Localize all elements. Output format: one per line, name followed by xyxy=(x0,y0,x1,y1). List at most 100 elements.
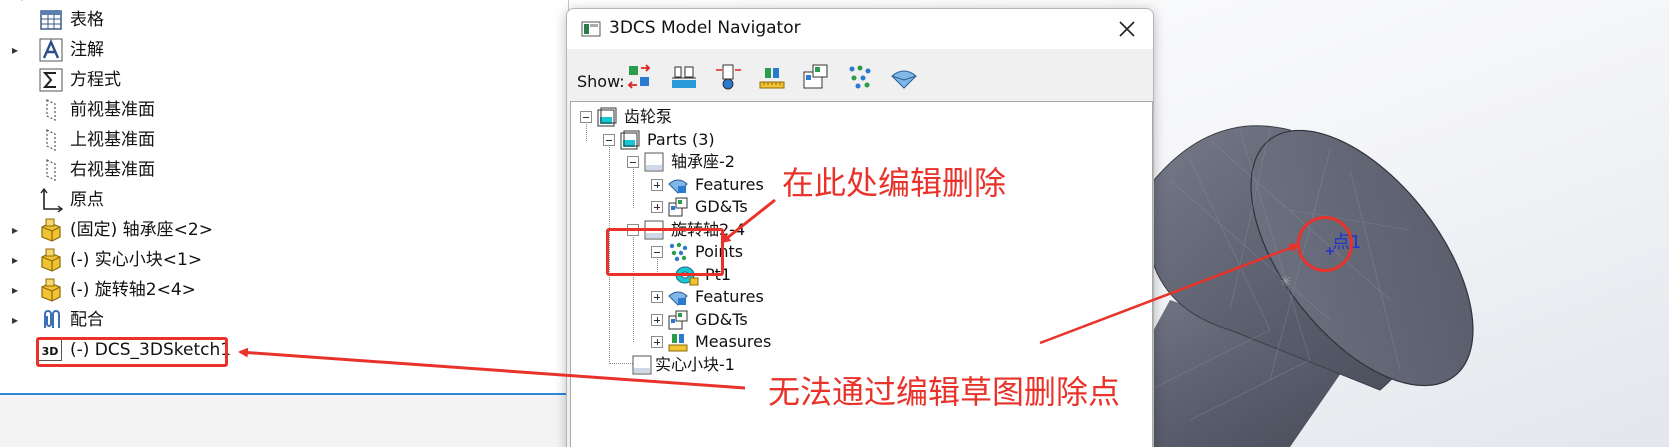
part-node-icon xyxy=(632,355,652,375)
parts-folder-icon xyxy=(620,130,640,150)
collapse-toggle-icon[interactable] xyxy=(627,156,639,168)
tree-footer xyxy=(0,395,570,447)
parts-filter-icon[interactable] xyxy=(625,62,655,92)
expand-toggle-icon[interactable] xyxy=(651,179,663,191)
navigator-toolbar: Show: xyxy=(567,49,1153,103)
nav-node-part2-measures[interactable]: Measures xyxy=(651,331,801,353)
equation-icon xyxy=(39,68,63,92)
tree-item-rotating-shaft[interactable]: ▸ (-) 旋转轴2<4> xyxy=(0,275,300,305)
surface-filter-icon[interactable] xyxy=(889,62,919,92)
tree-expander xyxy=(12,343,22,357)
annotation-cannot-delete: 无法通过编辑草图删除点 xyxy=(768,373,1121,411)
plane-icon xyxy=(46,99,56,121)
expand-toggle-icon[interactable] xyxy=(651,291,663,303)
gdt-filter-icon[interactable] xyxy=(801,62,831,92)
navigator-app-icon xyxy=(581,21,601,37)
tree-expander xyxy=(12,103,22,117)
nav-node-label: Measures xyxy=(695,332,772,351)
origin-icon xyxy=(40,187,64,213)
show-label: Show: xyxy=(577,72,625,91)
table-icon xyxy=(40,10,62,30)
nav-node-label: Parts (3) xyxy=(647,130,715,149)
part-icon xyxy=(41,248,61,272)
nav-node-label: 齿轮泵 xyxy=(624,107,673,126)
plane-icon xyxy=(46,159,56,181)
part-icon xyxy=(41,278,61,302)
gdt-icon xyxy=(668,197,688,217)
nav-node-part2-features[interactable]: Features xyxy=(651,286,801,308)
tree-item-top-plane[interactable]: 上视基准面 xyxy=(0,125,300,155)
nav-node-part-bearing-seat[interactable]: 轴承座-2 xyxy=(627,151,777,173)
tree-expander-icon[interactable]: ▸ xyxy=(12,43,22,57)
features-filter-icon[interactable] xyxy=(669,62,699,92)
tree-expander xyxy=(12,73,22,87)
tree-item-label: 前视基准面 xyxy=(70,100,155,120)
tree-expander xyxy=(12,13,22,27)
annotation-edit-here: 在此处编辑删除 xyxy=(782,164,1007,202)
plane-icon xyxy=(46,129,56,151)
tree-connector xyxy=(609,363,633,364)
tree-expander-icon[interactable]: ▸ xyxy=(12,223,22,237)
part-node-icon xyxy=(644,152,664,172)
tree-item-label: 注解 xyxy=(70,40,104,60)
expand-toggle-icon[interactable] xyxy=(651,314,663,326)
tree-item-label: 配合 xyxy=(70,310,104,330)
measures-icon xyxy=(668,334,688,352)
tree-item-annotations[interactable]: ▸ 注解 xyxy=(0,35,300,65)
highlight-circle-point xyxy=(1297,216,1353,272)
nav-node-part1-features[interactable]: Features xyxy=(651,174,801,196)
nav-node-part1-gdts[interactable]: GD&Ts xyxy=(651,196,801,218)
tree-item-mates[interactable]: ▸ 配合 xyxy=(0,305,300,335)
tree-item-label: 原点 xyxy=(70,190,104,210)
nav-node-label: 轴承座-2 xyxy=(671,152,735,171)
tree-item-label: 方程式 xyxy=(70,70,121,90)
tree-expander xyxy=(12,193,22,207)
tree-expander-icon[interactable]: ▸ xyxy=(12,283,22,297)
tree-item-bearing-seat[interactable]: ▸ (固定) 轴承座<2> xyxy=(0,215,300,245)
nav-node-part-solid-block[interactable]: 实心小块-1 xyxy=(631,354,781,376)
features-icon xyxy=(668,291,688,306)
measures-filter-icon[interactable] xyxy=(757,62,787,92)
nav-node-label: GD&Ts xyxy=(695,310,748,329)
nav-node-part2-gdts[interactable]: GD&Ts xyxy=(651,309,801,331)
tree-item-label: (固定) 轴承座<2> xyxy=(70,220,213,240)
tree-expander xyxy=(12,133,22,147)
tree-item-label: (-) 旋转轴2<4> xyxy=(70,280,196,300)
tree-item-equations[interactable]: 方程式 xyxy=(0,65,300,95)
expand-toggle-icon[interactable] xyxy=(651,336,663,348)
nav-node-parts[interactable]: Parts (3) xyxy=(603,129,753,151)
expand-toggle-icon[interactable] xyxy=(651,201,663,213)
tree-item-solid-block[interactable]: ▸ (-) 实心小块<1> xyxy=(0,245,300,275)
annotation-icon xyxy=(39,38,63,62)
tree-item-label: (-) 实心小块<1> xyxy=(70,250,203,270)
feature-manager-tree: 表格 ▸ 注解 方程式 前视基准面 上视基准面 右视基准面 原点 ▸ (固定) … xyxy=(0,0,570,447)
assembly-icon xyxy=(597,107,617,127)
nav-node-label: Features xyxy=(695,287,764,306)
highlight-box-dcs-sketch xyxy=(36,337,228,367)
collapse-toggle-icon[interactable] xyxy=(603,134,615,146)
tree-expander xyxy=(12,163,22,177)
tree-item-right-plane[interactable]: 右视基准面 xyxy=(0,155,300,185)
point-cloud-filter-icon[interactable] xyxy=(845,62,875,92)
tree-expander-icon[interactable]: ▸ xyxy=(12,313,22,327)
tree-item-label: 右视基准面 xyxy=(70,160,155,180)
dialog-title: 3DCS Model Navigator xyxy=(609,18,801,38)
tree-item-origin[interactable]: 原点 xyxy=(0,185,300,215)
collapse-toggle-icon[interactable] xyxy=(580,111,592,123)
center-marker: ✳ xyxy=(1280,274,1292,290)
nav-node-label: GD&Ts xyxy=(695,197,748,216)
nav-node-assembly[interactable]: 齿轮泵 xyxy=(580,106,710,128)
highlight-box-points xyxy=(606,228,724,276)
points-filter-icon[interactable] xyxy=(713,62,743,92)
close-icon[interactable] xyxy=(1115,17,1139,41)
nav-node-label: 实心小块-1 xyxy=(655,355,735,374)
partial-icon xyxy=(21,0,23,1)
part-icon xyxy=(41,218,61,242)
dialog-titlebar[interactable]: 3DCS Model Navigator xyxy=(567,9,1153,49)
tree-expander-icon[interactable]: ▸ xyxy=(12,253,22,267)
tree-item-table[interactable]: 表格 xyxy=(0,5,300,35)
tree-item-front-plane[interactable]: 前视基准面 xyxy=(0,95,300,125)
tree-item-label: 表格 xyxy=(70,10,104,30)
mates-icon xyxy=(44,310,60,328)
features-icon xyxy=(668,179,688,194)
